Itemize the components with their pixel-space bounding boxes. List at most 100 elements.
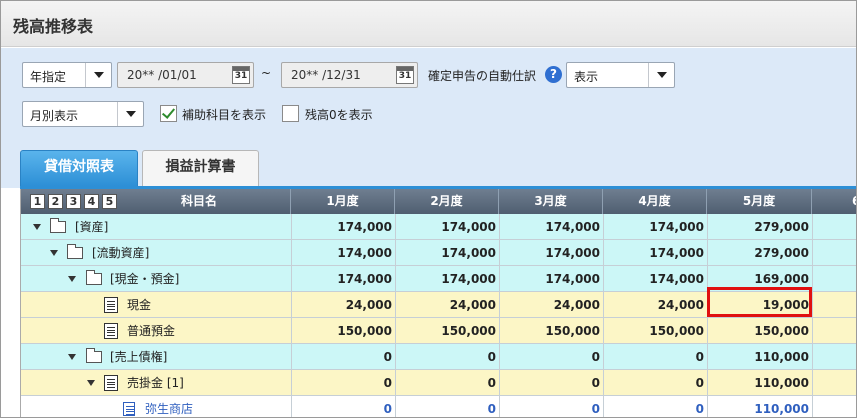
balance-cell[interactable]: 0 <box>395 396 499 417</box>
balance-cell[interactable]: 0 <box>291 370 395 396</box>
balance-cell[interactable] <box>812 292 856 318</box>
expand-triangle-icon[interactable] <box>68 354 76 360</box>
header-month-3: 3月度 <box>499 189 603 214</box>
balance-cell[interactable]: 24,000 <box>499 292 603 318</box>
balance-cell[interactable]: 24,000 <box>603 292 707 318</box>
account-name: [現金・預金] <box>110 272 180 286</box>
table-row[interactable]: [流動資産] 174,000 174,000 174,000 174,000 2… <box>21 240 856 266</box>
balance-cell[interactable]: 174,000 <box>395 214 499 240</box>
balance-cell[interactable] <box>812 396 856 417</box>
chevron-down-icon[interactable] <box>648 63 674 87</box>
balance-cell[interactable]: 24,000 <box>291 292 395 318</box>
balance-cell[interactable]: 174,000 <box>499 240 603 266</box>
balance-cell[interactable]: 150,000 <box>499 318 603 344</box>
balance-cell[interactable]: 174,000 <box>499 214 603 240</box>
show-sub-accounts-label[interactable]: 補助科目を表示 <box>182 106 266 123</box>
balance-cell[interactable]: 174,000 <box>499 266 603 292</box>
balance-cell[interactable]: 0 <box>499 370 603 396</box>
balance-cell[interactable]: 150,000 <box>291 318 395 344</box>
balance-cell[interactable]: 0 <box>291 344 395 370</box>
balance-cell[interactable] <box>812 370 856 396</box>
balance-cell[interactable]: 174,000 <box>603 240 707 266</box>
balance-cell[interactable] <box>812 214 856 240</box>
period-type-select[interactable]: 年指定 <box>22 62 112 88</box>
balance-cell[interactable]: 0 <box>603 370 707 396</box>
header-month-4: 4月度 <box>603 189 707 214</box>
balance-cell[interactable]: 0 <box>499 344 603 370</box>
filter-toolbar: 年指定 20** /01/01 31 ~ 20** /12/31 31 確定申告… <box>1 48 856 132</box>
header-month-2: 2月度 <box>395 189 499 214</box>
account-name: [資産] <box>75 220 109 234</box>
level-2-button[interactable]: 2 <box>48 194 63 209</box>
balance-cell[interactable]: 174,000 <box>291 214 395 240</box>
expand-triangle-icon[interactable] <box>68 276 76 282</box>
auto-journal-select[interactable]: 表示 <box>566 62 675 88</box>
header-month-1: 1月度 <box>291 189 395 214</box>
date-from-field[interactable]: 20** /01/01 31 <box>117 62 254 88</box>
expand-triangle-icon[interactable] <box>87 380 95 386</box>
page-title: 残高推移表 <box>13 17 94 36</box>
balance-cell[interactable]: 0 <box>395 344 499 370</box>
level-3-button[interactable]: 3 <box>66 194 81 209</box>
show-zero-balance-checkbox[interactable] <box>282 105 299 122</box>
level-1-button[interactable]: 1 <box>30 194 45 209</box>
help-icon[interactable]: ? <box>545 66 562 83</box>
balance-cell[interactable]: 150,000 <box>603 318 707 344</box>
balance-cell[interactable]: 0 <box>603 344 707 370</box>
balance-cell[interactable]: 279,000 <box>707 214 812 240</box>
selected-cell-highlight <box>707 287 812 317</box>
balance-cell[interactable]: 174,000 <box>603 214 707 240</box>
calendar-icon[interactable]: 31 <box>232 66 250 84</box>
chevron-down-icon[interactable] <box>117 102 143 126</box>
balance-cell[interactable]: 0 <box>395 370 499 396</box>
balance-cell[interactable]: 150,000 <box>395 318 499 344</box>
balance-cell[interactable] <box>812 344 856 370</box>
table-row[interactable]: [売上債権] 0 0 0 0 110,000 <box>21 344 856 370</box>
date-to-field[interactable]: 20** /12/31 31 <box>281 62 418 88</box>
table-row[interactable]: 売掛金 [1] 0 0 0 0 110,000 <box>21 370 856 396</box>
tab-income-statement[interactable]: 損益計算書 <box>142 150 259 186</box>
balance-cell[interactable] <box>812 318 856 344</box>
table-row[interactable]: [資産] 174,000 174,000 174,000 174,000 279… <box>21 214 856 240</box>
balance-cell[interactable]: 279,000 <box>707 240 812 266</box>
balance-cell[interactable]: 110,000 <box>707 370 812 396</box>
table-row[interactable]: 普通預金 150,000 150,000 150,000 150,000 150… <box>21 318 856 344</box>
show-sub-accounts-checkbox[interactable] <box>160 105 177 122</box>
balance-cell[interactable] <box>812 266 856 292</box>
balance-cell[interactable]: 174,000 <box>395 266 499 292</box>
sub-account-link[interactable]: 弥生商店 <box>145 396 193 417</box>
balance-cell[interactable]: 24,000 <box>395 292 499 318</box>
balance-cell[interactable]: 174,000 <box>603 266 707 292</box>
header-month-6: 6月 <box>812 189 856 214</box>
balance-cell[interactable]: 0 <box>499 396 603 417</box>
title-bar: 残高推移表 <box>1 1 856 47</box>
auto-journal-label: 確定申告の自動仕訳 <box>428 69 537 83</box>
balance-cell[interactable] <box>812 240 856 266</box>
date-range-separator: ~ <box>261 66 272 80</box>
display-mode-select[interactable]: 月別表示 <box>22 101 144 127</box>
account-name: [流動資産] <box>92 246 150 260</box>
balance-cell[interactable]: 0 <box>603 396 707 417</box>
tab-balance-sheet[interactable]: 貸借対照表 <box>20 150 138 186</box>
level-4-button[interactable]: 4 <box>84 194 99 209</box>
balance-cell[interactable]: 0 <box>291 396 395 417</box>
date-to-value: 20** /12/31 <box>291 68 361 82</box>
level-5-button[interactable]: 5 <box>102 194 117 209</box>
balance-cell[interactable]: 174,000 <box>291 240 395 266</box>
expand-triangle-icon[interactable] <box>50 250 58 256</box>
balance-cell[interactable]: 110,000 <box>707 396 812 417</box>
date-from-value: 20** /01/01 <box>127 68 197 82</box>
show-zero-balance-label[interactable]: 残高0を表示 <box>305 106 373 123</box>
grid-header: 1 2 3 4 5 科目名 1月度 2月度 3月度 4月度 5月度 6月 <box>21 189 856 214</box>
balance-cell[interactable]: 174,000 <box>291 266 395 292</box>
calendar-icon[interactable]: 31 <box>396 66 414 84</box>
ledger-icon <box>104 297 118 313</box>
folder-icon <box>86 270 102 285</box>
account-name: 売掛金 [1] <box>127 376 184 390</box>
expand-triangle-icon[interactable] <box>33 224 41 230</box>
balance-cell[interactable]: 174,000 <box>395 240 499 266</box>
table-row[interactable]: 弥生商店 0 0 0 0 110,000 <box>21 396 856 417</box>
balance-cell[interactable]: 110,000 <box>707 344 812 370</box>
chevron-down-icon[interactable] <box>85 63 111 87</box>
balance-cell[interactable]: 150,000 <box>707 318 812 344</box>
